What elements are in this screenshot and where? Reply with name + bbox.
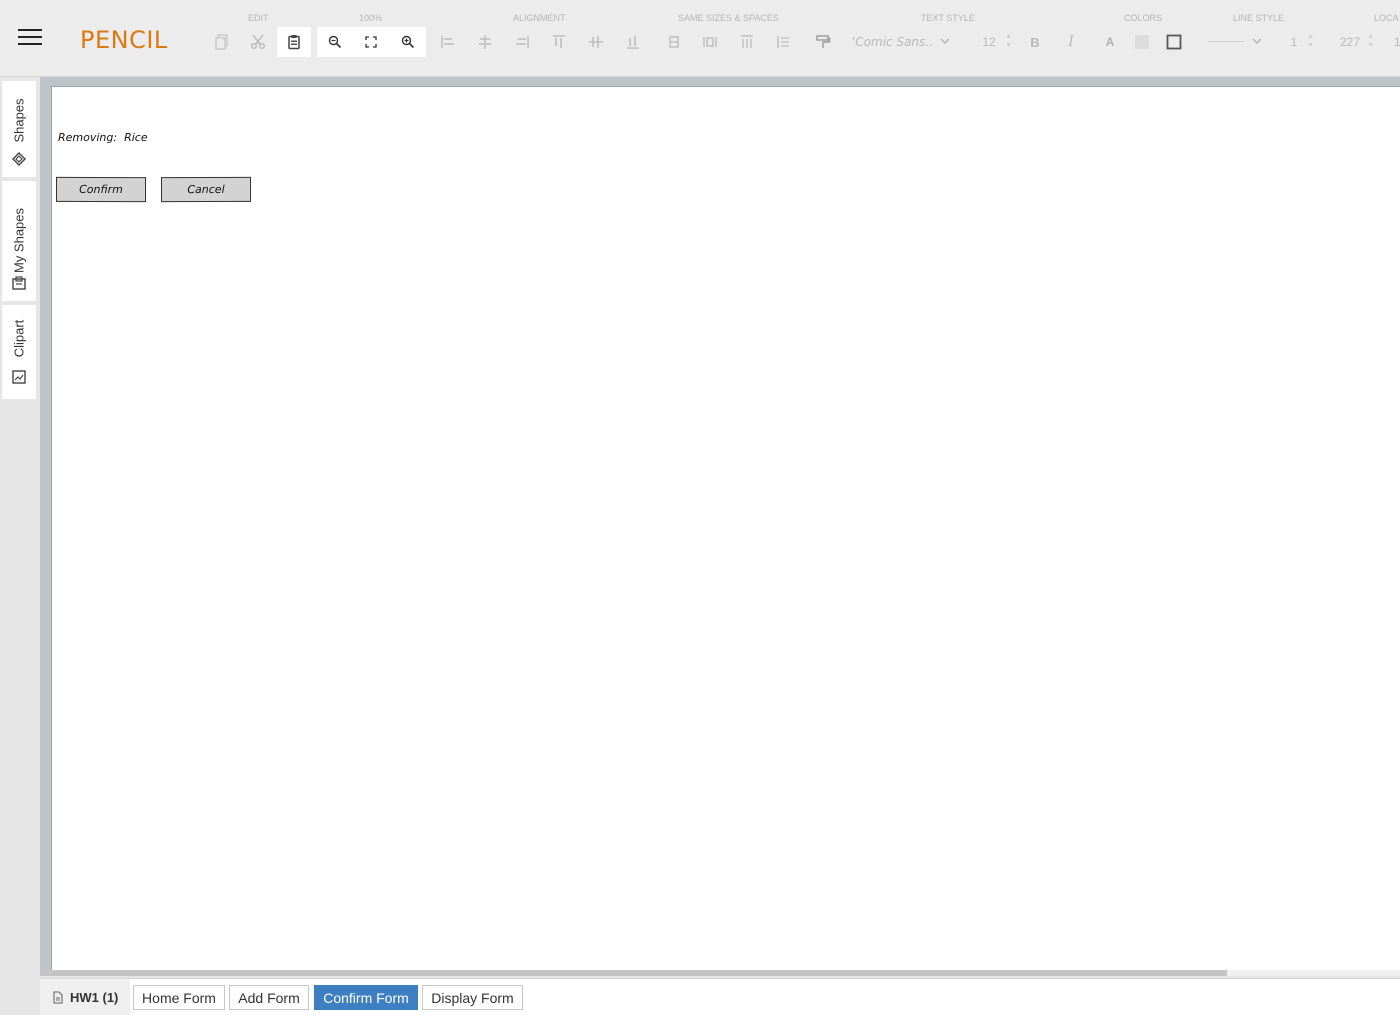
line-style-select[interactable]	[1200, 27, 1272, 57]
stepper-arrows-icon: ▲ ▼	[1367, 33, 1374, 49]
line-sample	[1208, 41, 1244, 42]
tab-display-form[interactable]: Display Form	[422, 985, 523, 1010]
my-shapes-icon	[12, 276, 26, 290]
align-right-button[interactable]	[505, 27, 539, 57]
group-label-colors: COLORS	[1124, 13, 1163, 23]
align-left-icon	[441, 36, 454, 48]
text-color-button[interactable]: A	[1093, 27, 1127, 57]
group-label-zoom: 100%	[359, 13, 383, 23]
align-middle-button[interactable]	[579, 27, 613, 57]
removing-label: Removing:	[58, 131, 118, 144]
space-horizontal-button[interactable]	[730, 27, 764, 57]
chevron-down-icon	[1252, 38, 1262, 44]
copy-button[interactable]	[205, 27, 239, 57]
stepper-arrows-icon: ▲ ▼	[1307, 33, 1314, 49]
align-left-button[interactable]	[431, 27, 465, 57]
space-horizontal-icon	[741, 35, 753, 48]
location-y-value: 1	[1394, 35, 1400, 49]
left-sidebar: Shapes My Shapes Clipart	[0, 77, 40, 1015]
align-bottom-button[interactable]	[616, 27, 650, 57]
cut-button[interactable]	[241, 27, 275, 57]
horizontal-scrollbar[interactable]	[40, 970, 1400, 976]
align-center-button[interactable]	[468, 27, 502, 57]
document-name-label: HW1 (1)	[70, 989, 119, 1005]
fit-screen-button[interactable]	[353, 27, 389, 57]
removing-text[interactable]: Removing: Rice	[58, 131, 148, 144]
sidebar-tab-shapes[interactable]: Shapes	[2, 81, 36, 177]
sidebar-tab-label: Shapes	[11, 98, 27, 143]
space-vertical-button[interactable]	[766, 27, 800, 57]
shapes-icon	[12, 152, 26, 166]
confirm-button-shape[interactable]: Confirm	[56, 176, 146, 203]
border-color-button[interactable]	[1157, 27, 1191, 57]
copy-icon	[215, 34, 228, 50]
align-right-icon	[516, 36, 529, 48]
align-top-button[interactable]	[542, 27, 576, 57]
location-x-value: 227	[1339, 35, 1361, 49]
group-label-line-style: LINE STYLE	[1233, 13, 1285, 23]
hamburger-menu-icon[interactable]	[14, 26, 46, 50]
zoom-in-icon	[401, 35, 414, 49]
location-y-stepper[interactable]: 1	[1394, 27, 1400, 57]
zoom-out-button[interactable]	[317, 27, 353, 57]
sidebar-tab-label: My Shapes	[11, 207, 27, 274]
format-painter-icon	[816, 35, 831, 48]
font-size-value: 12	[982, 35, 996, 49]
align-center-icon	[479, 35, 491, 49]
fill-color-icon	[1135, 35, 1149, 49]
italic-button[interactable]: I	[1054, 27, 1088, 57]
tab-add-form[interactable]: Add Form	[229, 985, 309, 1010]
line-width-value: 1	[1290, 35, 1298, 49]
space-vertical-icon	[777, 36, 789, 48]
clipart-icon	[12, 370, 26, 384]
paste-icon	[288, 35, 300, 50]
zoom-in-button[interactable]	[389, 27, 426, 57]
group-label-location: LOCA	[1374, 13, 1399, 23]
drawing-canvas[interactable]: Removing: Rice Confirm Cancel	[51, 86, 1400, 971]
stepper-arrows-icon: ▲ ▼	[1005, 33, 1012, 49]
fit-screen-icon	[365, 36, 377, 48]
fill-color-button[interactable]	[1125, 27, 1159, 57]
group-label-edit: EDIT	[248, 13, 269, 23]
cancel-button-shape[interactable]: Cancel	[161, 176, 251, 203]
same-width-button[interactable]	[657, 27, 691, 57]
removing-value: Rice	[124, 131, 148, 144]
align-top-icon	[553, 35, 565, 48]
paste-button[interactable]	[277, 27, 311, 57]
location-x-stepper[interactable]: 227 ▲ ▼	[1324, 27, 1376, 57]
chevron-down-icon	[940, 38, 950, 44]
group-label-alignment: ALIGNMENT	[513, 13, 566, 23]
tab-home-form[interactable]: Home Form	[133, 985, 225, 1010]
document-icon	[53, 990, 63, 1004]
same-height-button[interactable]	[693, 27, 727, 57]
bold-button[interactable]: B	[1018, 27, 1052, 57]
zoom-out-icon	[328, 35, 342, 49]
app-title: PENCIL	[80, 26, 168, 54]
tab-confirm-form[interactable]: Confirm Form	[314, 985, 418, 1010]
scrollbar-thumb[interactable]	[40, 970, 1227, 976]
font-family-select[interactable]: 'Comic Sans...	[846, 27, 958, 57]
group-label-same-sizes: SAME SIZES & SPACES	[678, 13, 779, 23]
toolbar: PENCIL EDIT 100% ALIGNMENT SAME SIZES & …	[0, 0, 1400, 77]
font-size-stepper[interactable]: 12 ▲ ▼	[964, 27, 1014, 57]
page-tabs-bar: HW1 (1) Home Form Add Form Confirm Form …	[40, 978, 1400, 1015]
sidebar-tab-label: Clipart	[11, 319, 27, 358]
group-label-text-style: TEXT STYLE	[921, 13, 975, 23]
cut-icon	[251, 34, 265, 49]
line-width-stepper[interactable]: 1 ▲ ▼	[1272, 27, 1316, 57]
align-middle-icon	[589, 36, 603, 48]
same-height-icon	[703, 37, 717, 47]
format-painter-button[interactable]	[806, 27, 840, 57]
document-name[interactable]: HW1 (1)	[40, 979, 130, 1015]
font-family-value: 'Comic Sans...	[852, 35, 932, 49]
sidebar-tab-my-shapes[interactable]: My Shapes	[2, 181, 36, 301]
sidebar-tab-clipart[interactable]: Clipart	[2, 305, 36, 399]
border-color-icon	[1166, 34, 1182, 50]
align-bottom-icon	[627, 36, 639, 49]
canvas-area: Removing: Rice Confirm Cancel	[40, 77, 1400, 971]
same-width-icon	[669, 36, 679, 48]
